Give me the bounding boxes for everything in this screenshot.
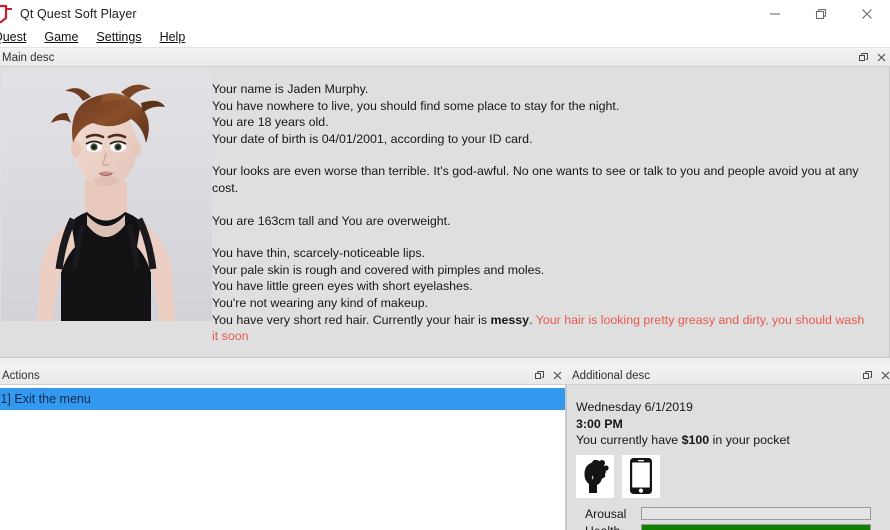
current-date: Wednesday 6/1/2019 <box>576 400 693 414</box>
close-icon[interactable] <box>876 368 890 384</box>
dock-actions-titlebar: Actions <box>0 366 566 385</box>
window-title: Qt Quest Soft Player <box>20 7 137 21</box>
dock-actions: Actions [1] Exit the menu <box>0 366 566 530</box>
dock-main-desc-titlebar: Main desc <box>0 48 890 67</box>
application-window: Qt Quest Soft Player Quest Game Settings… <box>0 0 890 530</box>
dock-additional-desc-title: Additional desc <box>572 369 650 382</box>
dock-main-desc: Main desc Your name is Jaden Murphy. You… <box>0 48 890 358</box>
menu-item-game[interactable]: Game <box>35 28 87 47</box>
description-body-line: You are 163cm tall and You are overweigh… <box>212 213 451 228</box>
description-hair-line: You have very short red hair. Currently … <box>212 312 872 345</box>
hair-state: messy <box>490 312 530 327</box>
close-icon[interactable] <box>872 50 890 66</box>
menu-item-help[interactable]: Help <box>151 28 195 47</box>
restore-icon[interactable] <box>798 0 844 28</box>
description-age-line: You are 18 years old. <box>212 115 329 130</box>
description-eyes-line: You have little green eyes with short ey… <box>212 279 473 294</box>
hair-prefix: You have very short red hair. Currently … <box>212 312 491 327</box>
description-looks-line: Your looks are even worse than terrible.… <box>212 164 859 195</box>
additional-desc-body: Wednesday 6/1/2019 3:00 PM You currently… <box>566 385 890 530</box>
float-icon[interactable] <box>530 368 548 384</box>
female-head-icon[interactable] <box>576 454 614 498</box>
additional-desc-content: Wednesday 6/1/2019 3:00 PM You currently… <box>567 385 890 530</box>
float-icon[interactable] <box>854 50 872 66</box>
dock-additional-desc-titlebar: Additional desc <box>566 366 890 385</box>
main-desc-body: Your name is Jaden Murphy. You have nowh… <box>0 67 890 358</box>
close-icon[interactable] <box>548 368 566 384</box>
health-bar-fill <box>642 525 870 530</box>
status-icon-row <box>576 454 890 498</box>
dock-additional-desc: Additional desc Wednesday 6/1/2019 3:00 … <box>566 366 890 530</box>
stat-row-health: Health <box>576 523 890 530</box>
current-time: 3:00 PM <box>576 416 623 431</box>
arousal-bar <box>641 507 871 520</box>
close-icon[interactable] <box>844 0 890 28</box>
actions-list: [1] Exit the menu <box>0 385 566 530</box>
phone-icon[interactable] <box>622 454 660 498</box>
stat-row-arousal: Arousal <box>576 506 890 522</box>
health-bar <box>641 524 871 530</box>
description-makeup-line: You're not wearing any kind of makeup. <box>212 295 429 310</box>
description-skin-line: Your pale skin is rough and covered with… <box>212 262 545 277</box>
minimize-icon[interactable] <box>752 0 798 28</box>
description-text: Your name is Jaden Murphy. You have nowh… <box>212 81 872 357</box>
dock-actions-title: Actions <box>2 369 40 382</box>
dock-main-desc-title: Main desc <box>2 51 55 64</box>
menu-item-settings[interactable]: Settings <box>87 28 150 47</box>
stat-label-arousal: Arousal <box>585 506 627 521</box>
menu-bar: Quest Game Settings Help <box>0 28 890 48</box>
stat-label-health: Health <box>576 524 641 530</box>
character-portrait <box>1 69 212 321</box>
description-housing-line: You have nowhere to live, you should fin… <box>212 98 620 113</box>
stat-bars: Arousal Health <box>576 506 890 530</box>
title-bar: Qt Quest Soft Player <box>0 0 890 28</box>
money-amount: $100 <box>681 433 710 447</box>
float-icon[interactable] <box>858 368 876 384</box>
menu-item-quest[interactable]: Quest <box>0 28 35 47</box>
qt-logo-icon <box>0 4 16 24</box>
description-lips-line: You have thin, scarcely-noticeable lips. <box>212 246 426 261</box>
description-dob-line: Your date of birth is 04/01/2001, accord… <box>212 131 533 146</box>
money-line: You currently have $100 in your pocket <box>576 433 790 447</box>
description-name-line: Your name is Jaden Murphy. <box>212 82 369 96</box>
list-item[interactable]: [1] Exit the menu <box>0 388 565 410</box>
